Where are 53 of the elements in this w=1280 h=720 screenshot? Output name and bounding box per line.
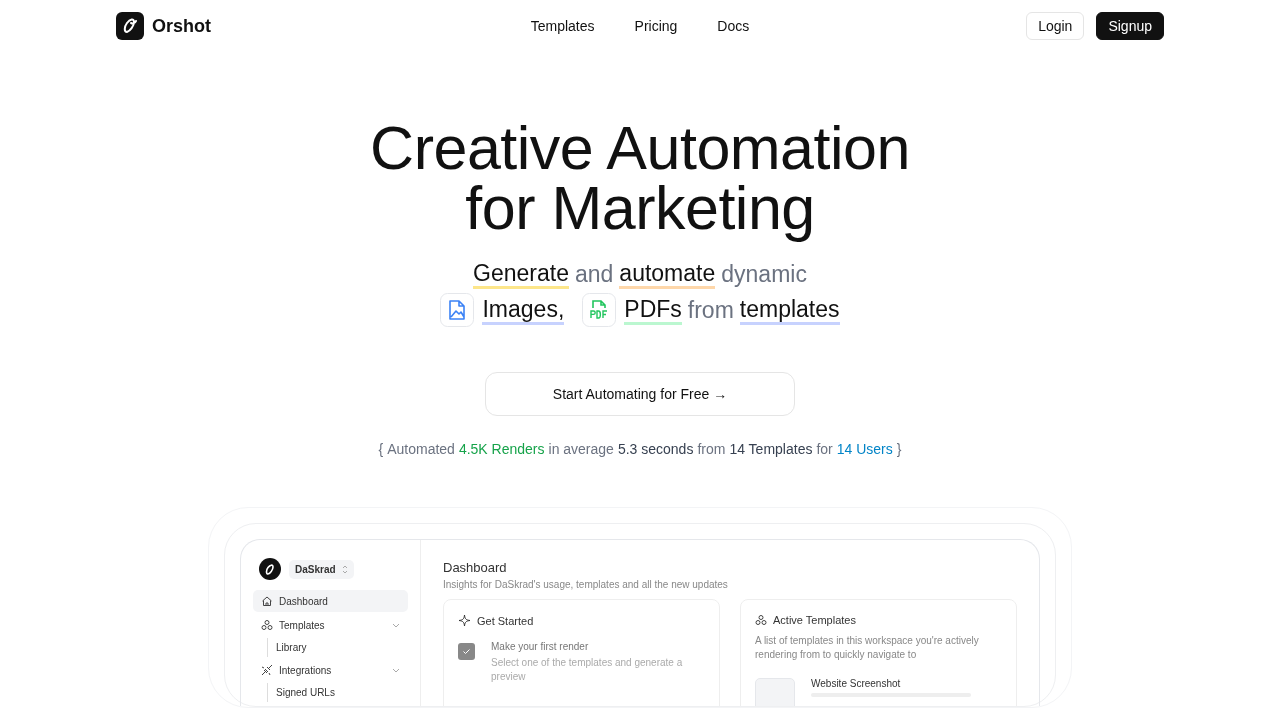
- nav-link[interactable]: Pricing: [634, 18, 678, 34]
- stats-text: 14 Templates: [729, 441, 813, 457]
- image-file-icon: [440, 293, 475, 327]
- nav-link[interactable]: Templates: [530, 18, 595, 34]
- subtitle-word: from: [687, 296, 734, 324]
- stats-text: }: [896, 441, 902, 457]
- page-subtitle: Insights for DaSkrad's usage, templates and all the new updates: [443, 579, 729, 590]
- task-title: Make your first render: [491, 641, 590, 652]
- subtitle-word: PDFs: [624, 295, 682, 325]
- plug-icon: [261, 664, 273, 676]
- login-button[interactable]: Login: [1026, 12, 1085, 40]
- sidebar-subitem[interactable]: Signed URLs: [267, 683, 408, 702]
- sidebar-subitem[interactable]: Library: [267, 638, 408, 657]
- sparkle-icon: [458, 614, 471, 627]
- workspace-switcher[interactable]: DaSkrad: [289, 559, 354, 579]
- signup-button[interactable]: Signup: [1096, 12, 1164, 40]
- logo-icon: [116, 12, 144, 40]
- checkbox[interactable]: [458, 643, 475, 660]
- stats-text: {: [378, 441, 384, 457]
- stats-text: 5.3 seconds: [617, 441, 694, 457]
- subtitle-word: templates: [739, 295, 840, 325]
- sidebar-item[interactable]: Templates: [253, 614, 408, 636]
- subtitle-word: and: [575, 260, 614, 288]
- stats-text: in average: [548, 441, 614, 457]
- home-icon: [261, 595, 273, 607]
- task-description: Select one of the templates and generate a preview: [491, 656, 684, 684]
- subtitle-word: automate: [619, 259, 716, 289]
- sidebar-item[interactable]: Dashboard: [253, 590, 408, 612]
- check-icon: [462, 647, 471, 656]
- sidebar-item[interactable]: Integrations: [253, 659, 408, 681]
- pdf-file-icon: [582, 293, 617, 327]
- circles-icon: [261, 619, 273, 631]
- brand-name[interactable]: Orshot: [152, 15, 211, 37]
- page-title: Dashboard: [443, 560, 508, 575]
- chevron-icon: [392, 621, 400, 629]
- card-title: Get Started: [477, 614, 534, 627]
- subtitle-word: dynamic: [721, 260, 807, 288]
- card-description: A list of templates in this workspace you're actively rendering from to quickly navigate to: [755, 634, 980, 662]
- card-title: Active Templates: [773, 614, 856, 626]
- cta-button[interactable]: Start Automating for Free →: [485, 372, 795, 416]
- stats-text: Automated: [387, 441, 455, 457]
- stats-text: 4.5K Renders: [458, 441, 545, 457]
- chevron-icon: [392, 666, 400, 674]
- workspace-logo-icon: [259, 558, 281, 580]
- updown-chevron-icon: [341, 564, 348, 574]
- subtitle-word: Images,: [482, 295, 565, 325]
- nav-link[interactable]: Docs: [717, 18, 750, 34]
- stats-text: 14 Users: [836, 441, 893, 457]
- stats-text: from: [697, 441, 726, 457]
- stats-text: for: [816, 441, 833, 457]
- circles-icon: [755, 614, 767, 626]
- subtitle-word: Generate: [473, 259, 569, 289]
- template-name[interactable]: Website Screenshot: [811, 678, 971, 689]
